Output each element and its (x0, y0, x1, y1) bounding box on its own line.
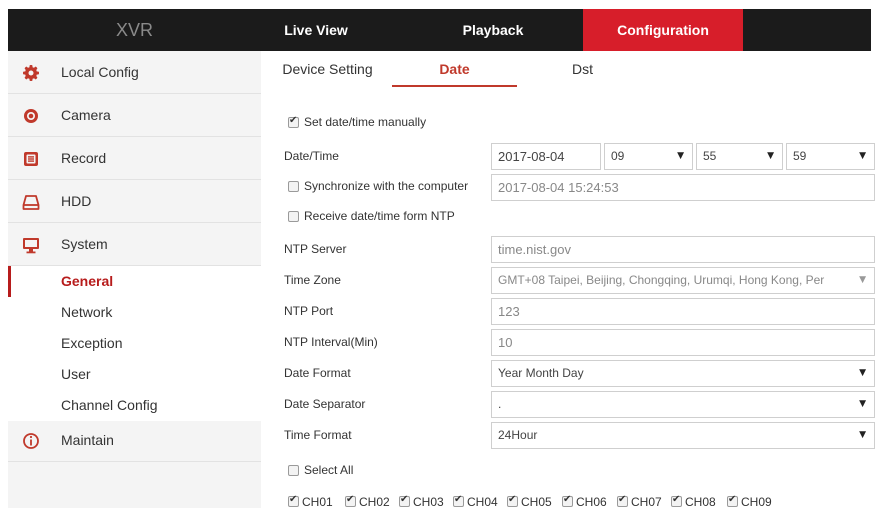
top-nav-bar: XVR Live View Playback Configuration (8, 9, 871, 51)
channel-label: CH07 (631, 495, 662, 508)
sidebar-item-label: Record (61, 150, 107, 166)
hour-select[interactable]: 09 ▼ (604, 143, 693, 170)
date-format-select[interactable]: Year Month Day ▼ (491, 360, 875, 387)
channel-label: CH02 (359, 495, 390, 508)
time-format-value: 24Hour (498, 428, 538, 442)
sidebar-subitem-label: Exception (61, 335, 123, 351)
receive-ntp-checkbox[interactable] (288, 211, 299, 222)
sidebar-subitem-label: User (61, 366, 91, 382)
channel-label: CH04 (467, 495, 498, 508)
time-zone-value: GMT+08 Taipei, Beijing, Chongqing, Urumq… (498, 273, 825, 287)
record-icon (22, 150, 40, 168)
hour-value: 09 (611, 149, 625, 163)
date-separator-label: Date Separator (284, 397, 366, 411)
channel-label: CH06 (576, 495, 607, 508)
sync-computer-checkbox[interactable] (288, 181, 299, 192)
gear-icon (22, 64, 40, 82)
channel-checkbox-ch08[interactable] (671, 494, 682, 507)
camera-icon (22, 107, 40, 125)
tab-device-setting[interactable]: Device Setting (265, 51, 390, 87)
hdd-icon (22, 193, 40, 211)
minute-select[interactable]: 55 ▼ (696, 143, 783, 170)
info-icon (22, 432, 40, 450)
set-manually-label: Set date/time manually (304, 115, 427, 129)
sidebar-subitem-label: Network (61, 304, 113, 320)
time-format-select[interactable]: 24Hour ▼ (491, 422, 875, 449)
second-value: 59 (793, 149, 807, 163)
date-input[interactable]: 2017-08-04 (491, 143, 601, 170)
channel-label: CH09 (741, 495, 772, 508)
nav-configuration[interactable]: Configuration (583, 9, 743, 51)
channel-checkbox-ch01[interactable] (288, 494, 299, 507)
channel-label: CH08 (685, 495, 716, 508)
sidebar-subitem-label: Channel Config (61, 397, 158, 413)
tab-date[interactable]: Date (392, 51, 517, 87)
date-format-label: Date Format (284, 366, 351, 380)
sidebar-item-system[interactable]: System (8, 223, 261, 266)
sidebar-subitem-network[interactable]: Network (8, 297, 261, 328)
dropdown-arrow-icon: ▼ (857, 268, 866, 293)
channel-checkbox-ch05[interactable] (507, 494, 518, 507)
computer-time-field: 2017-08-04 15:24:53 (491, 174, 875, 201)
dropdown-arrow-icon: ▼ (677, 151, 684, 161)
ntp-port-label: NTP Port (284, 304, 334, 318)
ntp-server-label: NTP Server (284, 242, 347, 256)
sidebar-item-record[interactable]: Record (8, 137, 261, 180)
sidebar-item-label: Maintain (61, 432, 114, 448)
sidebar-subitem-general[interactable]: General (8, 266, 261, 297)
nav-live-view[interactable]: Live View (261, 9, 371, 51)
set-manually-checkbox[interactable] (288, 115, 299, 128)
receive-ntp-label: Receive date/time form NTP (304, 209, 455, 223)
ntp-port-input[interactable]: 123 (491, 298, 875, 325)
channel-checkbox-ch09[interactable] (727, 494, 738, 507)
sidebar-item-label: Local Config (61, 64, 139, 80)
brand-logo: XVR (115, 20, 153, 40)
select-all-checkbox[interactable] (288, 465, 299, 476)
second-select[interactable]: 59 ▼ (786, 143, 875, 170)
dropdown-arrow-icon: ▼ (859, 430, 866, 440)
sync-computer-label: Synchronize with the computer (304, 179, 469, 193)
dropdown-arrow-icon: ▼ (767, 151, 774, 161)
app-window: XVR Live View Playback Configuration Loc… (0, 0, 879, 508)
channel-label: CH03 (413, 495, 444, 508)
sidebar-subitem-exception[interactable]: Exception (8, 328, 261, 359)
dropdown-arrow-icon: ▼ (859, 368, 866, 378)
sidebar-item-camera[interactable]: Camera (8, 94, 261, 137)
sidebar-item-label: HDD (61, 193, 92, 209)
dropdown-arrow-icon: ▼ (859, 399, 866, 409)
datetime-label: Date/Time (284, 149, 339, 163)
ntp-interval-input[interactable]: 10 (491, 329, 875, 356)
time-format-label: Time Format (284, 428, 352, 442)
channel-checkbox-ch04[interactable] (453, 494, 464, 507)
sidebar-subitem-channel-config[interactable]: Channel Config (8, 390, 261, 421)
nav-playback[interactable]: Playback (438, 9, 548, 51)
dropdown-arrow-icon: ▼ (859, 151, 866, 161)
date-format-value: Year Month Day (498, 366, 584, 380)
minute-value: 55 (703, 149, 717, 163)
sidebar: Local Config Camera Record HDD System Ge… (8, 51, 261, 508)
channel-checkbox-ch03[interactable] (399, 494, 410, 507)
channel-checkbox-ch02[interactable] (345, 494, 356, 507)
select-all-label: Select All (304, 463, 354, 477)
sidebar-item-local-config[interactable]: Local Config (8, 51, 261, 94)
ntp-server-input[interactable]: time.nist.gov (491, 236, 875, 263)
date-separator-select[interactable]: . ▼ (491, 391, 875, 418)
channel-checkbox-ch07[interactable] (617, 494, 628, 507)
time-zone-label: Time Zone (284, 273, 341, 287)
tab-dst[interactable]: Dst (520, 51, 645, 87)
sidebar-subitem-user[interactable]: User (8, 359, 261, 390)
monitor-icon (22, 236, 40, 254)
sidebar-subitem-label: General (61, 273, 114, 289)
sidebar-item-maintain[interactable]: Maintain (8, 419, 261, 462)
channel-label: CH01 (302, 495, 333, 508)
sidebar-item-label: Camera (61, 107, 111, 123)
date-separator-value: . (498, 397, 502, 411)
sidebar-item-hdd[interactable]: HDD (8, 180, 261, 223)
channel-checkbox-ch06[interactable] (562, 494, 573, 507)
ntp-interval-label: NTP Interval(Min) (284, 335, 378, 349)
channel-label: CH05 (521, 495, 552, 508)
sidebar-item-label: System (61, 236, 108, 252)
time-zone-select[interactable]: GMT+08 Taipei, Beijing, Chongqing, Urumq… (491, 267, 875, 294)
